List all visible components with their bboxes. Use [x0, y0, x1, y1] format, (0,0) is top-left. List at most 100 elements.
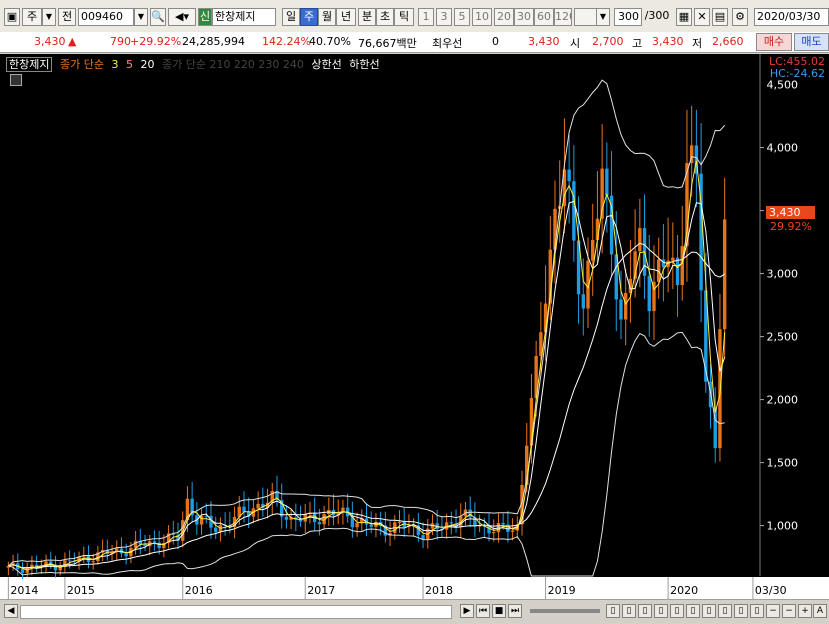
buy-button[interactable]: 매수	[756, 33, 792, 51]
chart-legend: 한창제지 종가 단순 3 5 20 종가 단순 210 220 230 240 …	[6, 56, 384, 72]
candle-body	[468, 509, 472, 518]
market-label: 주	[26, 10, 38, 23]
date-input[interactable]: 2020/03/30	[754, 8, 829, 26]
candle-body	[591, 240, 595, 261]
sell-button[interactable]: 매도	[794, 33, 829, 51]
x-tick-label: 2014	[10, 584, 38, 597]
candle-body	[256, 503, 260, 509]
x-tick-label: 2016	[185, 584, 213, 597]
tool-icon-6[interactable]: ▯	[686, 604, 700, 618]
tool-icon-7[interactable]: ▯	[702, 604, 716, 618]
code-value: 009460	[81, 10, 123, 23]
market-dropdown-icon[interactable]: ▼	[42, 8, 56, 26]
tool-icon-8[interactable]: ▯	[718, 604, 732, 618]
candle-body	[284, 516, 289, 520]
priority-label: 최우선	[432, 37, 463, 50]
zoom-in-button[interactable]: +	[798, 604, 812, 618]
interval-10[interactable]: 10	[472, 8, 492, 26]
interval-30[interactable]: 30	[514, 8, 534, 26]
trade-amount: 76,667백만	[358, 37, 417, 50]
tool-icon-5[interactable]: ▯	[670, 604, 684, 618]
period-second[interactable]: 초	[376, 8, 394, 26]
scroll-bar: ◀ ▶ ⏮ ■ ⏭ ▯ ▯ ▯ ▯ ▯ ▯ ▯ ▯ ▯ ▯ − − + A	[0, 599, 829, 624]
code-input[interactable]: 009460	[78, 8, 134, 26]
price-info-bar: 3,430 ▲ 790 +29.92% 24,285,994 142.24% 4…	[0, 32, 829, 53]
save-icon[interactable]: ▤	[712, 8, 728, 26]
grid-icon[interactable]: ▦	[676, 8, 692, 26]
candle-body	[67, 560, 72, 562]
current-price: 3,430	[34, 35, 66, 48]
tool-icon-1[interactable]: ▯	[606, 604, 620, 618]
interval-120[interactable]: 120	[554, 8, 572, 26]
stop-icon[interactable]: ■	[492, 604, 506, 618]
volume-ratio: 142.24%	[262, 35, 311, 48]
rewind-icon[interactable]: ⏮	[476, 604, 490, 618]
chart-settings-icon[interactable]	[10, 74, 22, 86]
tool-icon-2[interactable]: ▯	[622, 604, 636, 618]
gear-icon[interactable]: ⚙	[732, 8, 748, 26]
hc-label: HC:-24.62	[769, 67, 825, 80]
chart-canvas: 4,0003,5003,0002,5002,0001,5001,0004,500…	[0, 54, 829, 599]
candle-body	[623, 292, 628, 320]
candle-body	[492, 532, 496, 534]
y-tick-label: 1,500	[767, 457, 799, 470]
candle-body	[510, 530, 515, 532]
tool-icon-3[interactable]: ▯	[638, 604, 652, 618]
current-pct-marker: 29.92%	[770, 220, 812, 233]
legend-ma-5: 5	[125, 58, 133, 71]
forward-icon[interactable]: ⏭	[508, 604, 522, 618]
interval-5[interactable]: 5	[454, 8, 470, 26]
zoom-out-button[interactable]: −	[782, 604, 796, 618]
interval-dropdown-icon[interactable]: ▼	[596, 8, 610, 26]
period-tick[interactable]: 틱	[394, 8, 414, 26]
price-chart[interactable]: 4,0003,5003,0002,5002,0001,5001,0004,500…	[0, 54, 829, 599]
speed-slider[interactable]	[530, 609, 600, 613]
candle-body	[605, 168, 609, 196]
count-value: 300	[618, 10, 639, 23]
market-select[interactable]: 주	[22, 8, 42, 26]
candle-body	[91, 561, 95, 563]
tool-icon-10[interactable]: ▯	[750, 604, 764, 618]
period-minute[interactable]: 분	[358, 8, 376, 26]
candle-body	[449, 522, 454, 524]
period-month[interactable]: 월	[318, 8, 336, 26]
interval-3[interactable]: 3	[436, 8, 452, 26]
legend-stock-name: 한창제지	[6, 57, 53, 72]
speaker-icon[interactable]: ◀▾	[168, 8, 196, 26]
period-week[interactable]: 주	[300, 8, 318, 26]
candle-body	[671, 257, 675, 261]
scroll-right-icon[interactable]: ▶	[460, 604, 474, 618]
prev-label: 전	[61, 10, 73, 23]
period-year[interactable]: 년	[336, 8, 356, 26]
auto-button[interactable]: A	[813, 604, 827, 618]
high-price: 3,430	[652, 35, 684, 48]
candle-body	[619, 299, 623, 320]
search-icon[interactable]: 🔍	[150, 8, 166, 26]
stock-name-field[interactable]: 한창제지	[212, 8, 276, 26]
tool-icon-9[interactable]: ▯	[734, 604, 748, 618]
window-menu-icon[interactable]: ▣	[4, 8, 20, 26]
crosshair-icon[interactable]: ✕	[694, 8, 710, 26]
legend-ma-extra: 종가 단순 210 220 230 240	[161, 58, 304, 71]
interval-60[interactable]: 60	[534, 8, 554, 26]
prev-button[interactable]: 전	[58, 8, 76, 26]
credit-badge: 신	[198, 8, 212, 26]
candle-body	[152, 541, 157, 543]
scroll-left-icon[interactable]: ◀	[4, 604, 18, 618]
interval-1[interactable]: 1	[418, 8, 434, 26]
zoom-out-icon[interactable]: −	[766, 604, 780, 618]
interval-20[interactable]: 20	[494, 8, 514, 26]
candle-body	[242, 506, 246, 512]
y-tick-label: 3,000	[767, 268, 799, 281]
legend-ma-20: 20	[140, 58, 155, 71]
stock-name: 한창제지	[215, 10, 256, 23]
toolbar: ▣ 주 ▼ 전 009460 ▼ 🔍 ◀▾ 신 한창제지 일 주 월 년 분 초…	[0, 0, 829, 33]
scroll-track[interactable]	[20, 605, 452, 619]
count-input[interactable]: 300	[614, 8, 642, 26]
legend-ma-label: 종가 단순	[59, 58, 104, 71]
period-day[interactable]: 일	[282, 8, 300, 26]
legend-ma-3: 3	[111, 58, 119, 71]
lower-limit-line	[8, 331, 725, 577]
tool-icon-4[interactable]: ▯	[654, 604, 668, 618]
code-dropdown-icon[interactable]: ▼	[134, 8, 148, 26]
